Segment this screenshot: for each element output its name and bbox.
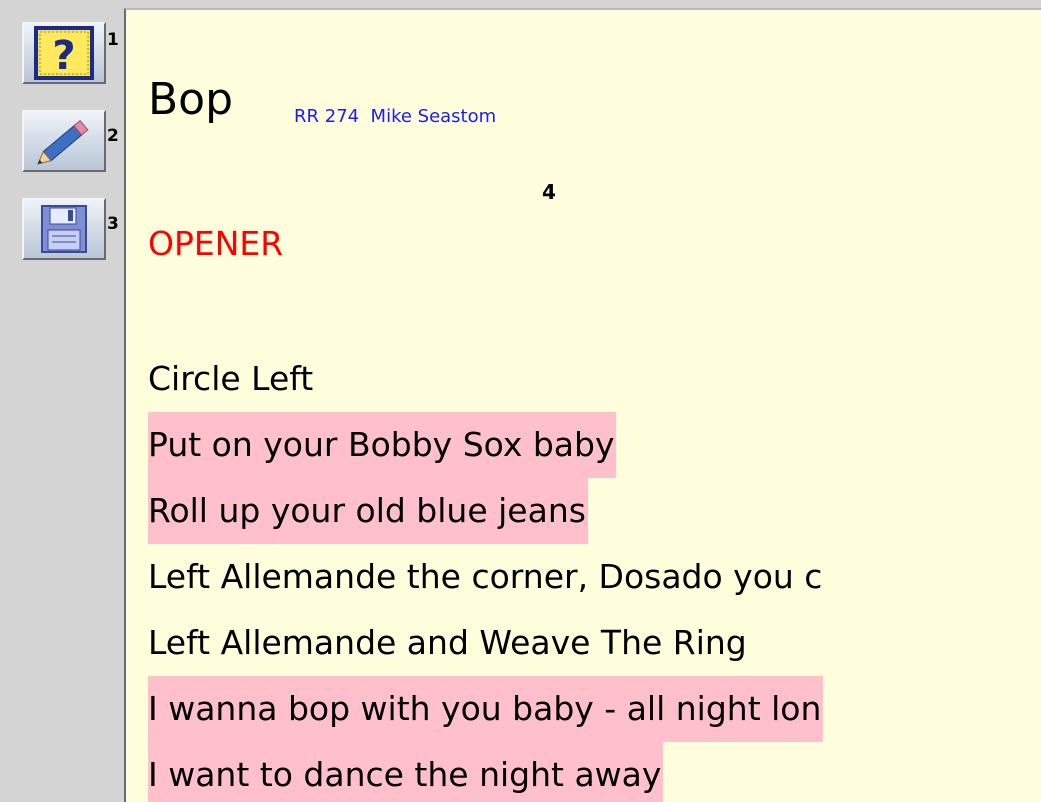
song-meta: RR 274 Mike Seastom	[294, 106, 497, 127]
save-button[interactable]	[22, 198, 106, 260]
help-button[interactable]: ?	[22, 22, 106, 84]
sidebar-toolbar: ? 1 2 3	[0, 0, 124, 802]
song-title: Bop	[148, 74, 234, 125]
lyrics-list: Circle Left Put on your Bobby Sox baby R…	[148, 346, 824, 802]
lyric-line: I wanna bop with you baby - all night lo…	[148, 676, 824, 742]
top-strip	[0, 0, 1041, 8]
lyric-text: Left Allemande and Weave The Ring	[148, 623, 747, 662]
button-number-1: 1	[107, 30, 119, 50]
lyric-text: I wanna bop with you baby - all night lo…	[148, 676, 824, 742]
lyric-text: Left Allemande the corner, Dosado you c	[148, 557, 823, 596]
lyric-line: Roll up your old blue jeans	[148, 478, 824, 544]
svg-text:?: ?	[52, 33, 75, 79]
button-number-3: 3	[107, 214, 119, 234]
marker-label: 4	[542, 180, 556, 204]
section-heading: OPENER	[148, 224, 284, 263]
edit-button[interactable]	[22, 110, 106, 172]
lyric-line: Circle Left	[148, 346, 824, 412]
lyric-line: Put on your Bobby Sox baby	[148, 412, 824, 478]
lyric-line: Left Allemande the corner, Dosado you c	[148, 544, 824, 610]
lyric-line: I want to dance the night away	[148, 742, 824, 802]
lyric-text: Put on your Bobby Sox baby	[148, 412, 617, 478]
lyric-text: Roll up your old blue jeans	[148, 478, 588, 544]
lyric-line: Left Allemande and Weave The Ring	[148, 610, 824, 676]
button-number-2: 2	[107, 126, 119, 146]
lyric-text: Circle Left	[148, 359, 314, 398]
lyric-text: I want to dance the night away	[148, 742, 664, 802]
cue-sheet-content: Bop RR 274 Mike Seastom 4 OPENER Circle …	[124, 8, 1041, 802]
